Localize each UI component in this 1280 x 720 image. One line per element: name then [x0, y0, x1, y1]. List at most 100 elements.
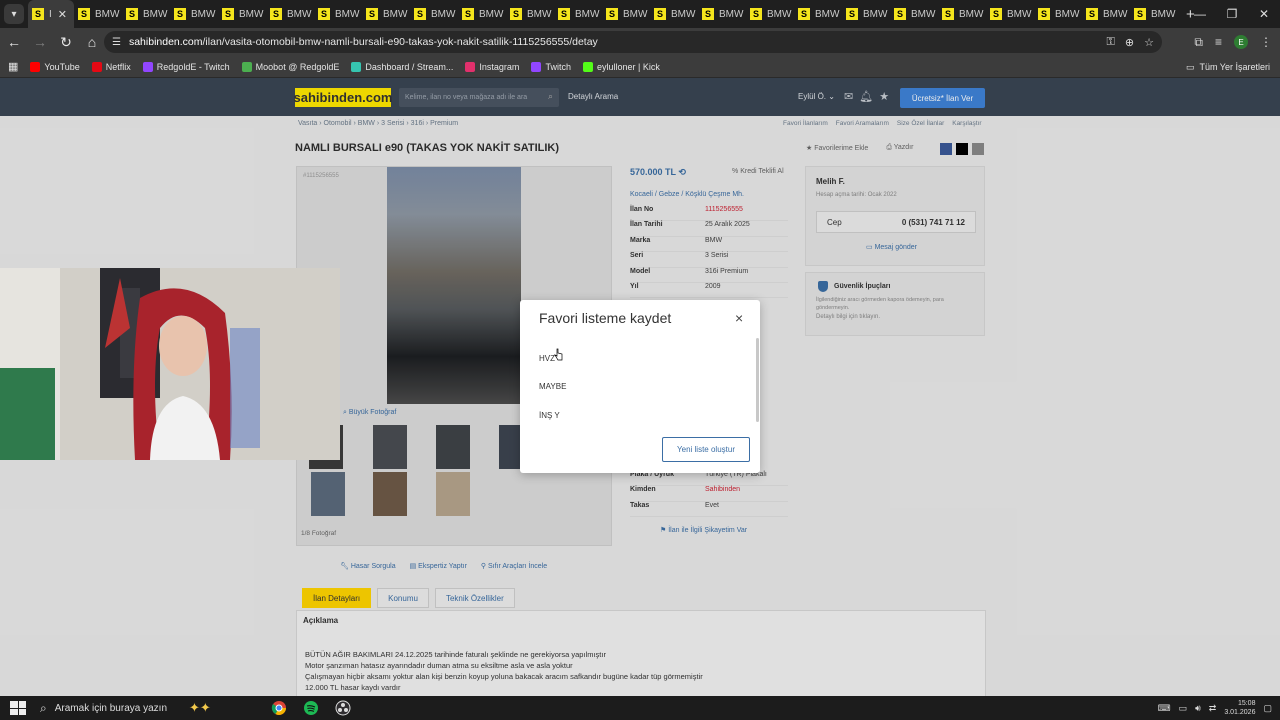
favorite-list-item[interactable]: İNŞ Y	[539, 401, 739, 430]
bookmark-favicon-icon	[582, 61, 593, 72]
browser-tab[interactable]: S BMW	[74, 0, 122, 28]
browser-tab[interactable]: S BMW	[1082, 0, 1130, 28]
browser-tab[interactable]: S BMW	[554, 0, 602, 28]
password-key-icon[interactable]: ⚿	[1107, 36, 1115, 49]
browser-tab[interactable]: S BMW	[314, 0, 362, 28]
tab-close-icon[interactable]: ✕	[58, 8, 67, 21]
spotify-icon[interactable]	[300, 697, 322, 719]
apps-grid-icon[interactable]: ▦	[8, 60, 18, 73]
favorite-lists: HVZ MAYBE İNŞ Y	[539, 344, 739, 430]
url-text: sahibinden.com/ilan/vasita-otomobil-bmw-…	[128, 36, 598, 48]
tab-search-button[interactable]: ▾	[4, 4, 24, 24]
browser-tab[interactable]: S BMW	[986, 0, 1034, 28]
browser-tab[interactable]: S BMW	[698, 0, 746, 28]
tab-favicon-icon: S	[366, 8, 378, 20]
bookmark-item[interactable]: Instagram	[465, 61, 520, 72]
all-bookmarks-button[interactable]: ▭ Tüm Yer İşaretleri	[1186, 56, 1270, 78]
bookmark-item[interactable]: Dashboard / Stream...	[351, 61, 454, 72]
keyboard-icon[interactable]: ⌨	[1158, 703, 1171, 714]
browser-tab[interactable]: S BMW	[170, 0, 218, 28]
bookmark-label: Dashboard / Stream...	[365, 61, 454, 72]
chrome-icon[interactable]	[268, 697, 290, 719]
minimize-icon[interactable]: —	[1184, 0, 1216, 28]
mouse-cursor-icon	[554, 348, 563, 361]
tab-favicon-icon: S	[270, 8, 282, 20]
bookmark-favicon-icon	[531, 61, 542, 72]
zoom-icon[interactable]: ⊕	[1125, 36, 1134, 49]
language-icon[interactable]: ⇄	[1209, 703, 1217, 714]
browser-tab[interactable]: S BMW	[506, 0, 554, 28]
browser-tab[interactable]: S BMW	[218, 0, 266, 28]
tab-title: BMW	[767, 8, 792, 20]
extensions-icon[interactable]: ⧉	[1194, 35, 1203, 50]
close-icon[interactable]: ×	[735, 310, 743, 326]
notification-center-icon[interactable]: ▢	[1263, 703, 1272, 714]
tab-favicon-icon: S	[318, 8, 330, 20]
obs-icon[interactable]	[332, 697, 354, 719]
bookmark-item[interactable]: Netflix	[91, 61, 131, 72]
bookmarks-bar: ▦ YouTube Netflix RedgoldE - Twitch Moobot …	[0, 56, 1280, 78]
bookmark-item[interactable]: RedgoldE - Twitch	[142, 61, 230, 72]
network-icon[interactable]: ▭	[1179, 703, 1188, 714]
taskbar-search[interactable]: ⌕ Aramak için buraya yazın ✦✦	[40, 700, 211, 716]
home-button[interactable]: ⌂	[80, 30, 104, 54]
create-new-list-button[interactable]: Yeni liste oluştur	[662, 437, 750, 462]
browser-tab[interactable]: S BMW	[890, 0, 938, 28]
close-window-icon[interactable]: ✕	[1248, 0, 1280, 28]
bookmark-label: Netflix	[105, 61, 131, 72]
bookmark-favicon-icon	[241, 61, 252, 72]
tab-title: BMW	[95, 8, 120, 20]
bookmark-favicon-icon	[91, 61, 102, 72]
browser-tab[interactable]: S BMW	[938, 0, 986, 28]
browser-tab[interactable]: S BMW	[1034, 0, 1082, 28]
reload-button[interactable]: ↻	[54, 30, 78, 54]
bookmark-item[interactable]: eylulloner | Kick	[582, 61, 660, 72]
bookmark-star-icon[interactable]: ☆	[1144, 36, 1154, 49]
browser-tab-strip: ▾ S I ✕ S BMW S BMW S BMW S BMW S BMW S BMW S BMW S BMW S BM…	[0, 0, 1280, 28]
reading-list-icon[interactable]: ≡	[1215, 35, 1222, 49]
bookmark-label: Moobot @ RedgoldE	[255, 61, 340, 72]
browser-tab[interactable]: S BMW	[794, 0, 842, 28]
tab-favicon-icon: S	[414, 8, 426, 20]
bookmark-favicon-icon	[142, 61, 153, 72]
bookmark-item[interactable]: Twitch	[531, 61, 571, 72]
profile-avatar[interactable]: E	[1234, 35, 1248, 49]
favorite-list-item[interactable]: HVZ	[539, 344, 739, 373]
favorite-list-item[interactable]: MAYBE	[539, 373, 739, 402]
forward-button[interactable]: →	[28, 30, 52, 54]
tab-title: BMW	[527, 8, 552, 20]
browser-tab[interactable]: S BMW	[602, 0, 650, 28]
browser-tab[interactable]: S BMW	[458, 0, 506, 28]
maximize-icon[interactable]: ❐	[1216, 0, 1248, 28]
bookmark-label: Instagram	[479, 61, 520, 72]
volume-icon[interactable]: 🔊︎	[1195, 703, 1201, 714]
browser-tab[interactable]: S I ✕	[28, 0, 74, 28]
bookmark-item[interactable]: Moobot @ RedgoldE	[241, 61, 340, 72]
webcam-overlay	[0, 268, 340, 460]
browser-tab[interactable]: S BMW	[1130, 0, 1178, 28]
tab-favicon-icon: S	[78, 8, 90, 20]
browser-tab[interactable]: S BMW	[842, 0, 890, 28]
modal-scrollbar[interactable]	[756, 338, 759, 422]
browser-tab[interactable]: S BMW	[650, 0, 698, 28]
bookmark-item[interactable]: YouTube	[30, 61, 80, 72]
tab-title: BMW	[335, 8, 360, 20]
clock[interactable]: 15:08 3.01.2026	[1224, 699, 1255, 717]
tab-favicon-icon: S	[32, 8, 44, 20]
tab-favicon-icon: S	[798, 8, 810, 20]
browser-tab[interactable]: S BMW	[410, 0, 458, 28]
browser-tab[interactable]: S BMW	[746, 0, 794, 28]
browser-tab[interactable]: S BMW	[266, 0, 314, 28]
browser-tab[interactable]: S BMW	[122, 0, 170, 28]
back-button[interactable]: ←	[2, 30, 26, 54]
bookmark-favicon-icon	[351, 61, 362, 72]
windows-start-icon[interactable]	[10, 701, 26, 715]
browser-tab[interactable]: S BMW	[362, 0, 410, 28]
tab-title: BMW	[959, 8, 984, 20]
browser-menu-icon[interactable]: ⋮	[1260, 35, 1272, 49]
tab-favicon-icon: S	[1086, 8, 1098, 20]
tab-title: BMW	[431, 8, 456, 20]
site-info-icon[interactable]: ☰	[112, 37, 121, 48]
bookmark-favicon-icon	[30, 61, 41, 72]
address-bar[interactable]: ☰ sahibinden.com/ilan/vasita-otomobil-bm…	[104, 31, 1162, 53]
